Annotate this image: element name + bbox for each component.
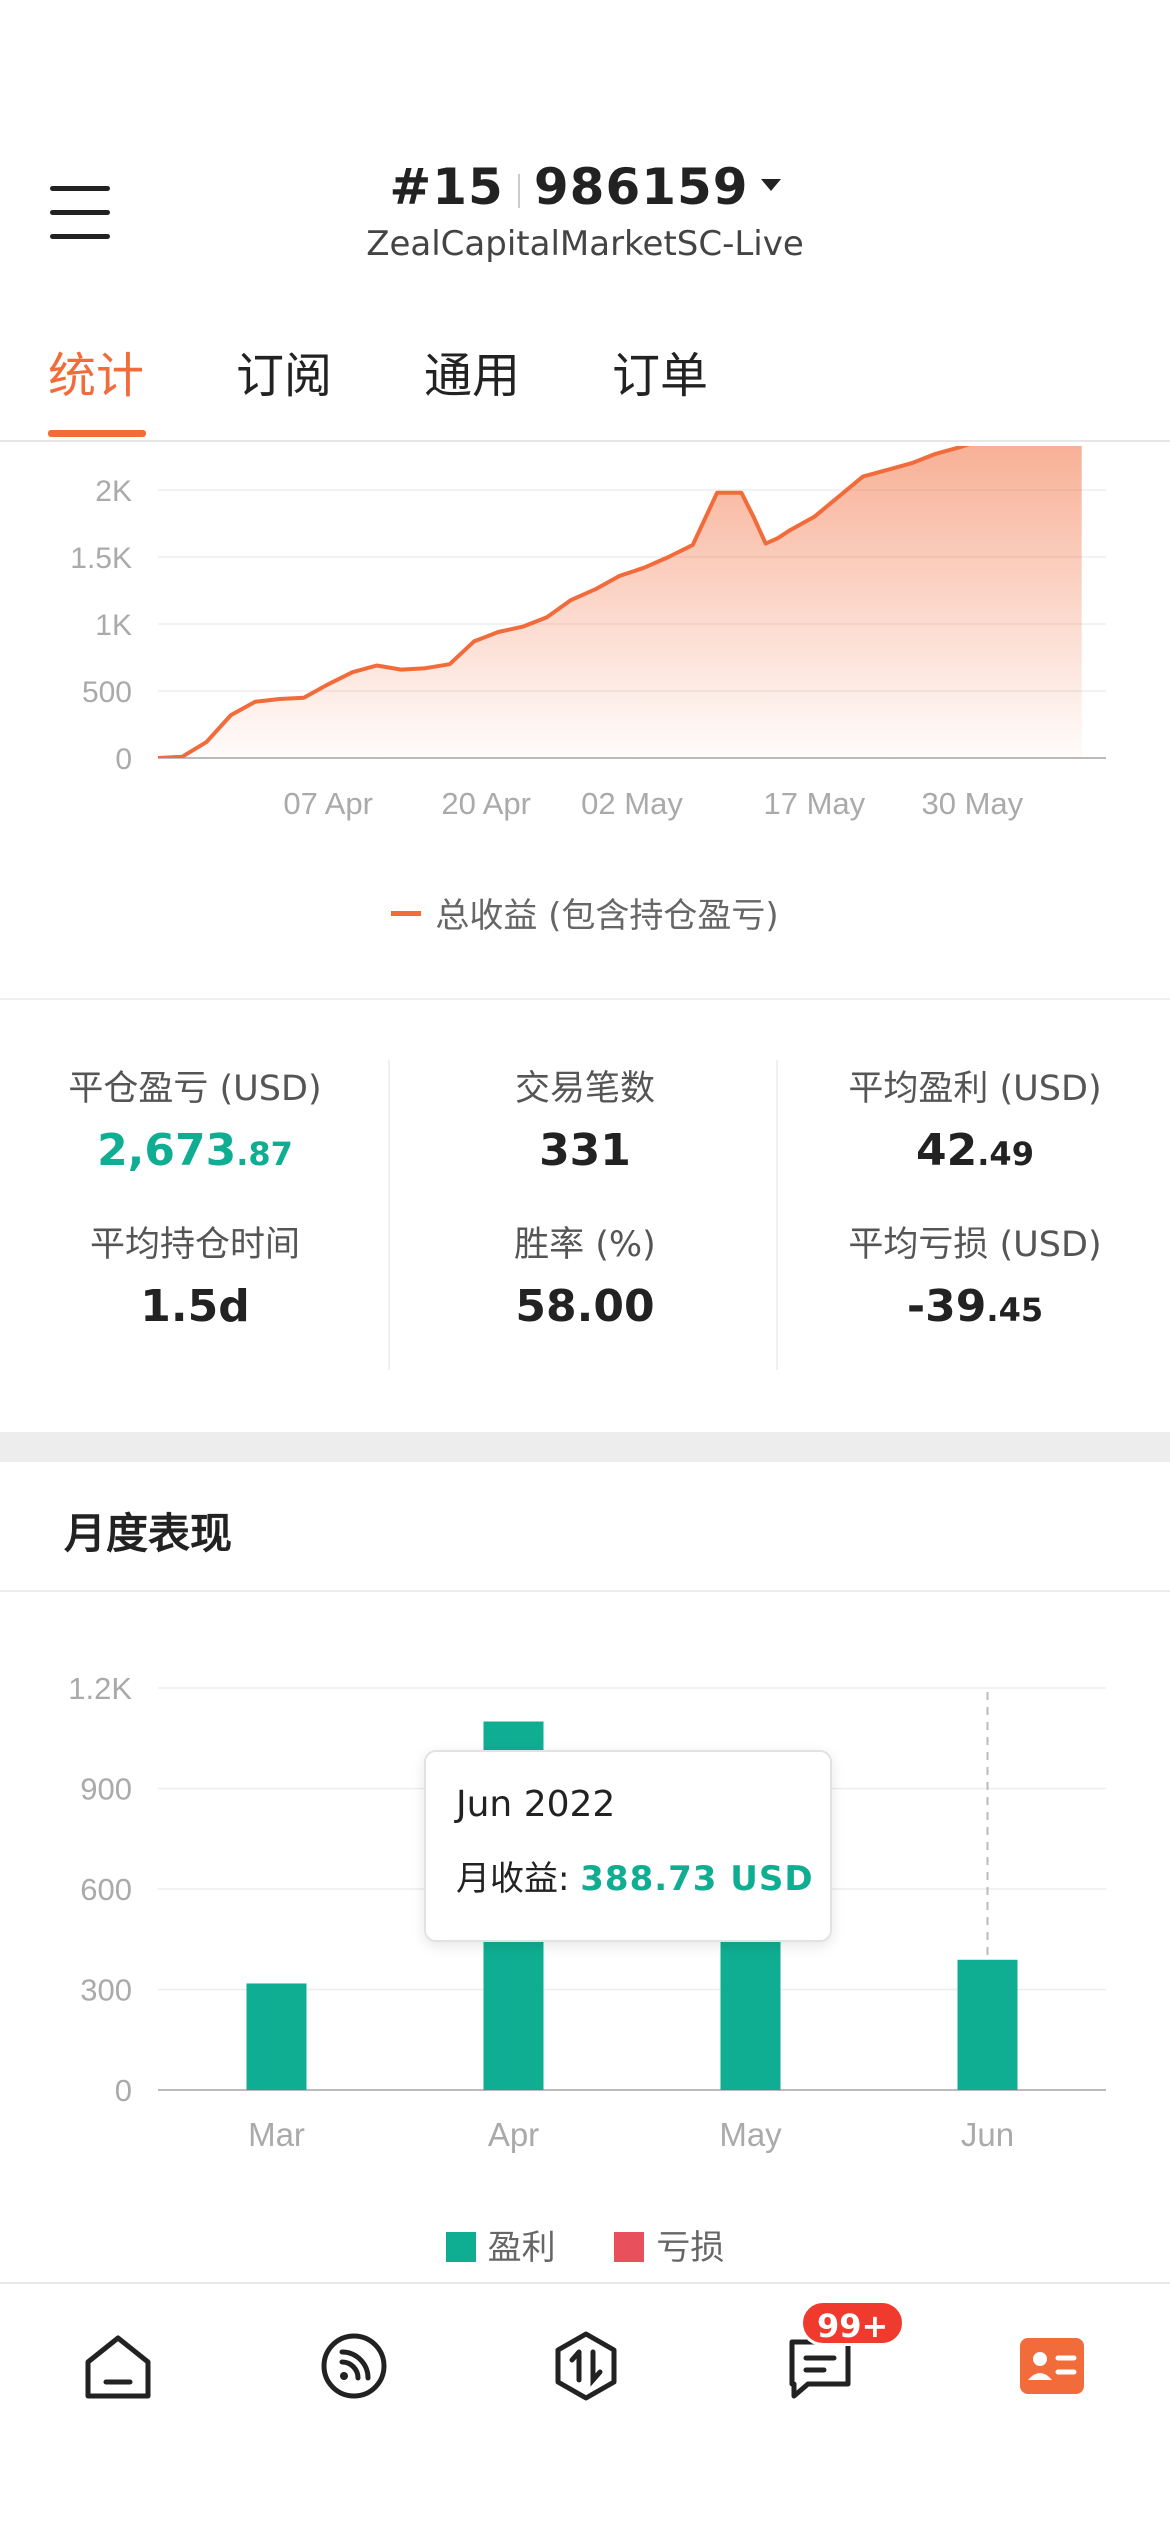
y-tick-label: 600 xyxy=(80,1872,132,1907)
active-tab-indicator xyxy=(48,430,146,437)
bottom-nav xyxy=(0,2282,1170,2532)
divider xyxy=(0,998,1170,1000)
tab-statistics[interactable]: 统计 xyxy=(48,336,144,406)
unread-badge: 99+ xyxy=(800,2300,906,2346)
divider xyxy=(0,1590,1170,1592)
legend-swatch-profit xyxy=(445,2231,476,2262)
stat-value: 58.00 xyxy=(515,1281,655,1332)
equity-series xyxy=(158,446,1082,758)
account-switcher[interactable]: #15 986159 ZealCapitalMarketSC-Live xyxy=(0,158,1170,264)
y-tick-label: 1K xyxy=(95,609,132,642)
y-tick-label: 1.2K xyxy=(68,1671,132,1706)
monthly-title: 月度表现 xyxy=(64,1509,233,1558)
y-tick-label: 2K xyxy=(95,475,132,508)
bar-jun xyxy=(957,1959,1018,2090)
account-number: #15 xyxy=(389,158,504,216)
account-login: 986159 xyxy=(533,158,749,216)
y-tick-label: 0 xyxy=(115,743,132,776)
tooltip-row: 月收益: 388.73 USD xyxy=(456,1859,814,1899)
stat-avg-profit: 平均盈利 (USD) 42.49 xyxy=(780,1060,1170,1176)
x-tick-label: Mar xyxy=(248,2116,305,2153)
x-tick-label: 30 May xyxy=(921,786,1023,821)
x-tick-label: 17 May xyxy=(763,786,865,821)
stat-value: 2,673.87 xyxy=(97,1125,293,1176)
bar-mar xyxy=(246,1983,307,2090)
y-tick-label: 900 xyxy=(80,1772,132,1807)
stat-value: -39.45 xyxy=(906,1281,1044,1332)
feed-icon[interactable] xyxy=(314,2326,394,2406)
stat-label: 平仓盈亏 (USD) xyxy=(68,1069,322,1109)
y-tick-label: 0 xyxy=(115,2073,132,2108)
stat-value: 42.49 xyxy=(916,1125,1034,1176)
stat-label: 平均亏损 (USD) xyxy=(848,1225,1102,1265)
legend-swatch-loss xyxy=(614,2231,645,2262)
legend-line-swatch xyxy=(391,911,422,916)
chart-tooltip: Jun 2022 月收益: 388.73 USD xyxy=(424,1750,832,1942)
stat-label: 交易笔数 xyxy=(514,1069,655,1109)
legend-profit[interactable]: 盈利 xyxy=(445,2220,556,2269)
tab-general[interactable]: 通用 xyxy=(424,336,520,406)
caret-down-icon xyxy=(760,178,781,191)
x-tick-label: 02 May xyxy=(581,786,683,821)
stat-win-rate: 胜率 (%) 58.00 xyxy=(390,1216,780,1332)
y-tick-label: 1.5K xyxy=(70,542,132,575)
stat-avg-loss: 平均亏损 (USD) -39.45 xyxy=(780,1216,1170,1332)
tab-orders[interactable]: 订单 xyxy=(612,336,708,406)
stat-value: 1.5d xyxy=(140,1281,250,1332)
stat-label: 平均持仓时间 xyxy=(89,1225,300,1265)
equity-area xyxy=(158,446,1082,758)
tooltip-date: Jun 2022 xyxy=(456,1784,616,1825)
x-tick-label: 20 Apr xyxy=(441,786,531,821)
equity-legend[interactable]: 总收益 (包含持仓盈亏) xyxy=(0,888,1170,937)
y-tick-label: 300 xyxy=(80,1973,132,2008)
legend-loss[interactable]: 亏损 xyxy=(614,2220,724,2269)
x-tick-label: May xyxy=(719,2116,782,2153)
x-tick-label: 07 Apr xyxy=(283,786,373,821)
trade-icon[interactable] xyxy=(546,2326,626,2406)
tab-subscription[interactable]: 订阅 xyxy=(236,336,332,406)
tab-bar: 统计 订阅 通用 订单 xyxy=(0,290,1170,442)
x-tick-label: Apr xyxy=(488,2116,539,2153)
home-icon[interactable] xyxy=(78,2326,158,2406)
tooltip-value: 388.73 USD xyxy=(580,1859,814,1899)
y-tick-label: 500 xyxy=(82,676,132,709)
stat-value: 331 xyxy=(539,1125,631,1176)
monthly-legend: 盈利 亏损 xyxy=(0,2220,1170,2269)
legend-label: 总收益 (包含持仓盈亏) xyxy=(435,896,779,936)
x-tick-label: Jun xyxy=(961,2116,1014,2153)
stat-trades: 交易笔数 331 xyxy=(390,1060,780,1176)
section-separator xyxy=(0,1432,1170,1462)
app-header: #15 986159 ZealCapitalMarketSC-Live xyxy=(0,0,1170,290)
stat-label: 胜率 (%) xyxy=(514,1225,656,1265)
stat-avg-hold: 平均持仓时间 1.5d xyxy=(0,1216,390,1332)
stat-closed-pnl: 平仓盈亏 (USD) 2,673.87 xyxy=(0,1060,390,1176)
profile-card-icon[interactable] xyxy=(1012,2326,1092,2406)
server-name: ZealCapitalMarketSC-Live xyxy=(366,224,804,264)
stat-label: 平均盈利 (USD) xyxy=(848,1069,1102,1109)
